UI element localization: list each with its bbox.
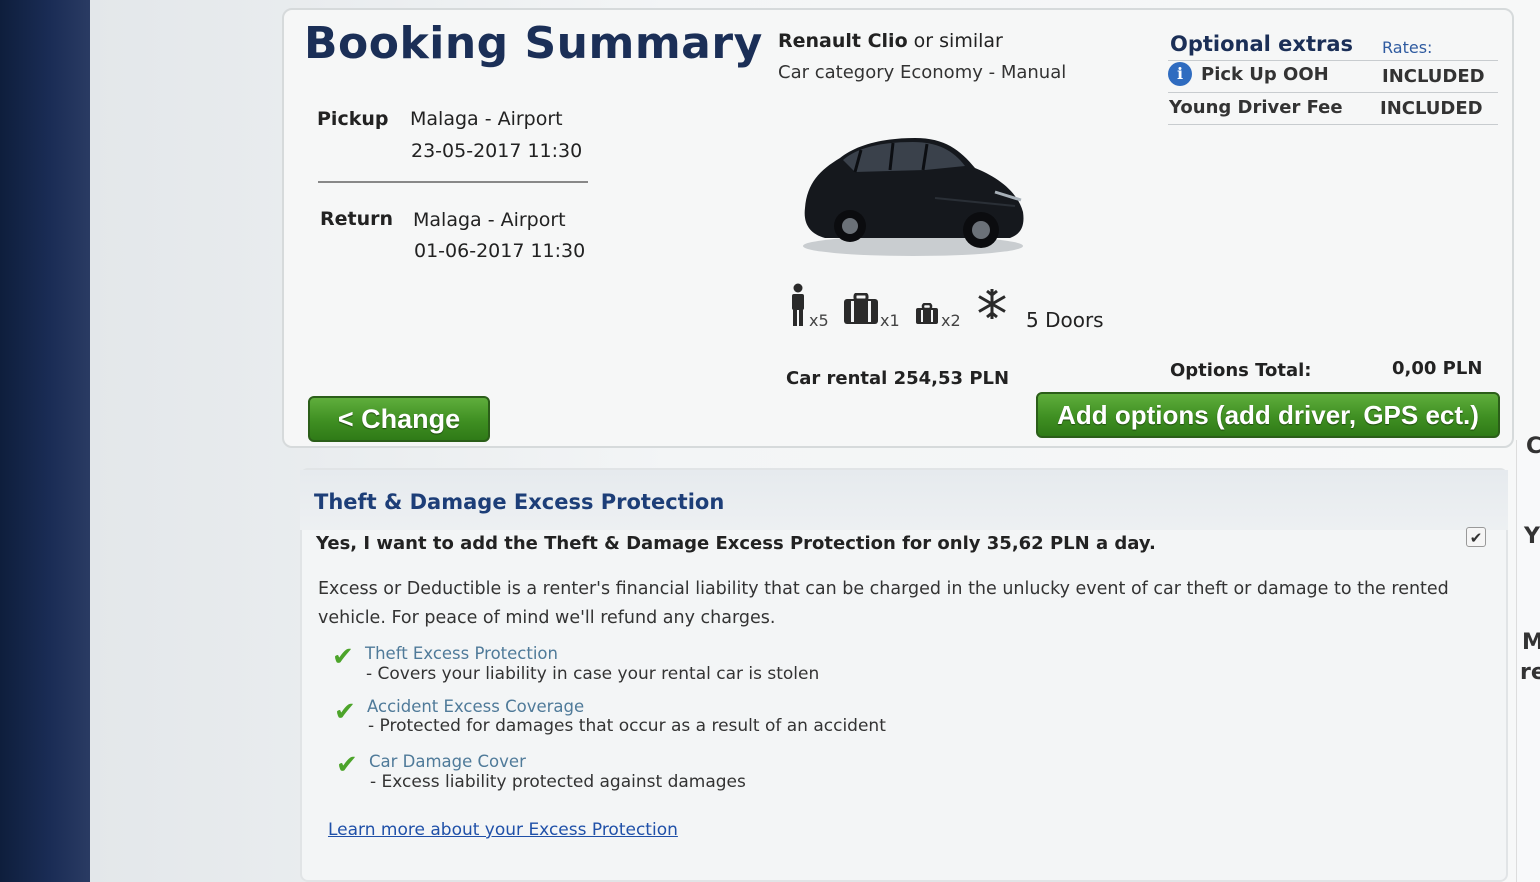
excess-protection-checkbox[interactable]: ✔ xyxy=(1466,527,1486,547)
bullet-title: Car Damage Cover xyxy=(369,752,526,771)
extra-item-rate: INCLUDED xyxy=(1380,98,1483,119)
bullet-description: - Protected for damages that occur as a … xyxy=(368,716,886,736)
bullet-title: Theft Excess Protection xyxy=(365,644,558,663)
door-count: 5 Doors xyxy=(1026,308,1104,332)
excess-protection-title: Theft & Damage Excess Protection xyxy=(314,490,725,514)
pickup-return-divider xyxy=(318,181,588,183)
learn-more-link[interactable]: Learn more about your Excess Protection xyxy=(328,820,678,840)
extras-divider xyxy=(1168,60,1498,61)
green-check-icon: ✔ xyxy=(334,697,356,727)
pickup-location: Malaga - Airport xyxy=(410,108,563,130)
extra-item-rate: INCLUDED xyxy=(1382,66,1485,87)
small-suitcase-icon xyxy=(916,303,938,324)
change-button[interactable]: < Change xyxy=(308,396,490,442)
car-model: Renault Clio xyxy=(778,30,908,52)
snowflake-icon xyxy=(978,289,1006,319)
sidebar-cutoff-text: C xyxy=(1526,434,1540,459)
bullet-title: Accident Excess Coverage xyxy=(367,697,585,716)
passenger-count: x5 xyxy=(809,311,829,330)
extras-divider xyxy=(1168,124,1498,125)
car-or-similar: or similar xyxy=(913,30,1003,52)
green-check-icon: ✔ xyxy=(332,642,354,672)
large-suitcase-icon xyxy=(844,293,878,324)
options-total-label: Options Total: xyxy=(1170,360,1312,381)
optional-extras-heading: Optional extras xyxy=(1170,32,1354,56)
rates-label: Rates: xyxy=(1382,38,1433,57)
person-icon xyxy=(792,283,804,326)
info-icon[interactable]: i xyxy=(1168,62,1192,86)
pickup-label: Pickup xyxy=(317,108,389,130)
return-location: Malaga - Airport xyxy=(413,209,566,231)
sidebar-cutoff-text: M xyxy=(1522,630,1540,655)
excess-protection-offer[interactable]: Yes, I want to add the Theft & Damage Ex… xyxy=(316,533,1156,554)
extra-item-label: Young Driver Fee xyxy=(1169,97,1343,118)
large-bag-count: x1 xyxy=(880,311,900,330)
add-options-button[interactable]: Add options (add driver, GPS ect.) xyxy=(1036,392,1500,438)
options-total-value: 0,00 PLN xyxy=(1392,358,1483,379)
car-category: Car category Economy - Manual xyxy=(778,62,1067,83)
green-check-icon: ✔ xyxy=(336,750,358,780)
small-bag-count: x2 xyxy=(941,311,961,330)
extras-divider xyxy=(1168,92,1498,93)
excess-description-line2: vehicle. For peace of mind we'll refund … xyxy=(318,608,776,628)
sidebar-cutoff-text: re xyxy=(1520,660,1540,685)
screen-bezel xyxy=(0,0,90,882)
extra-item-label: Pick Up OOH xyxy=(1201,64,1329,85)
car-name: Renault Clio or similar xyxy=(778,30,1003,52)
return-label: Return xyxy=(320,208,394,230)
pickup-datetime: 23-05-2017 11:30 xyxy=(411,140,583,162)
car-image xyxy=(803,138,1024,256)
bullet-description: - Excess liability protected against dam… xyxy=(370,772,746,792)
page-title: Booking Summary xyxy=(304,18,763,69)
excess-description-line1: Excess or Deductible is a renter's finan… xyxy=(318,579,1449,599)
return-datetime: 01-06-2017 11:30 xyxy=(414,240,586,262)
bullet-description: - Covers your liability in case your ren… xyxy=(366,664,820,684)
sidebar-cutoff-text: Y xyxy=(1524,524,1540,549)
car-rental-price: Car rental 254,53 PLN xyxy=(786,368,1010,389)
